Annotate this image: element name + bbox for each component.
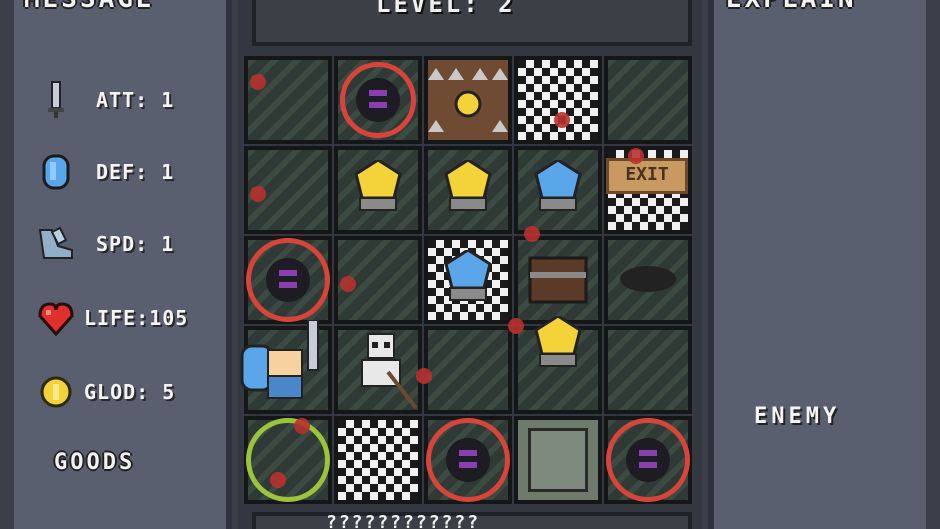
portal-icon: [626, 438, 670, 482]
game-board: LEVEL: 2 EXIT ????????????: [238, 0, 702, 529]
skeleton-icon: [361, 333, 418, 410]
knight-icon: [240, 320, 319, 399]
portal-icon: [446, 438, 490, 482]
tile-portal[interactable]: [424, 416, 512, 504]
goods-button[interactable]: GOODS: [54, 450, 135, 475]
enemy-label: ENEMY: [754, 404, 841, 429]
explain-panel: EXPLAIN ENEMY: [708, 0, 926, 529]
blood-splat: [416, 368, 432, 384]
blood-splat: [250, 186, 266, 202]
tile-gold[interactable]: [514, 316, 602, 414]
blood-splat: [554, 112, 570, 128]
tile-crystal[interactable]: [514, 146, 602, 234]
tile[interactable]: [244, 56, 332, 144]
tile-gold[interactable]: [334, 146, 422, 234]
blue-crystal-icon: [444, 250, 492, 301]
speed-label: SPD: 1: [96, 232, 175, 256]
portal-icon: [356, 78, 400, 122]
gold-ore-icon: [354, 160, 402, 211]
explain-title: EXPLAIN: [726, 0, 857, 14]
dungeon-grid: EXIT: [240, 56, 696, 508]
bottom-banner: ????????????: [252, 512, 692, 529]
shield-icon: [42, 154, 70, 190]
sword-icon: [48, 81, 64, 118]
defense-label: DEF: 1: [96, 160, 175, 184]
tile-player[interactable]: [240, 320, 332, 414]
tile[interactable]: [604, 326, 692, 414]
stat-speed: SPD: 1: [14, 222, 232, 262]
stat-gold: GLOD: 5: [14, 370, 232, 410]
stat-attack: ATT: 1: [14, 78, 232, 118]
tile[interactable]: [424, 326, 512, 414]
tile-gold[interactable]: [424, 146, 512, 234]
tile-floor[interactable]: [334, 416, 422, 504]
tile-mossy-door[interactable]: [514, 416, 602, 504]
blood-splat: [294, 418, 310, 434]
tile-portal[interactable]: [334, 56, 422, 144]
door-icon: [528, 428, 588, 492]
stat-life: LIFE:105: [14, 296, 232, 337]
tile-selected[interactable]: [244, 416, 332, 504]
tile-portal[interactable]: [604, 416, 692, 504]
blood-splat: [250, 74, 266, 90]
blood-splat: [628, 148, 644, 164]
tile[interactable]: [604, 56, 692, 144]
tile-hole[interactable]: [604, 236, 692, 324]
level-text: LEVEL: 2: [376, 0, 516, 18]
blood-splat: [340, 276, 356, 292]
gold-ore-icon: [534, 316, 582, 367]
tile-crystal[interactable]: [424, 236, 512, 324]
tile-enemy[interactable]: [334, 326, 422, 414]
blue-crystal-icon: [534, 160, 582, 211]
message-title: MESSAGE: [24, 0, 155, 14]
chest-icon: [528, 256, 588, 304]
blood-splat: [270, 472, 286, 488]
portal-icon: [266, 258, 310, 302]
life-label: LIFE:105: [84, 306, 189, 330]
gold-ore-icon: [444, 160, 492, 211]
bottom-text: ????????????: [326, 512, 481, 529]
tile-exit[interactable]: EXIT: [604, 146, 692, 234]
spike-coin-icon: [428, 68, 508, 132]
level-banner: LEVEL: 2: [252, 0, 692, 46]
tile-floor[interactable]: [514, 56, 602, 144]
tile-chest[interactable]: [514, 236, 602, 324]
tile-portal[interactable]: [244, 236, 332, 324]
attack-label: ATT: 1: [96, 88, 175, 112]
exit-sign[interactable]: EXIT: [606, 158, 688, 194]
coin-icon: [40, 376, 72, 408]
selection-ring: [246, 418, 330, 502]
boot-icon: [38, 226, 73, 259]
stats-panel: MESSAGE ATT: 1 DEF: 1 SPD: 1 LIFE:105: [14, 0, 232, 529]
pit-icon: [620, 266, 676, 292]
gold-label: GLOD: 5: [84, 380, 176, 404]
stat-defense: DEF: 1: [14, 150, 232, 190]
blood-splat: [524, 226, 540, 242]
blood-splat: [508, 318, 524, 334]
heart-icon: [38, 302, 74, 337]
tile-trap[interactable]: [424, 56, 512, 144]
